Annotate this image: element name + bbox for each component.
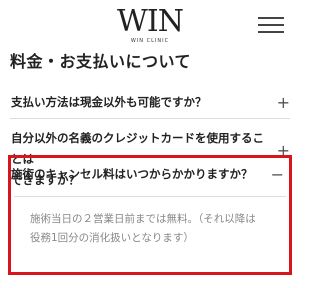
faq-question: 支払い方法は現金以外も可能ですか？	[11, 95, 207, 109]
expand-plus-icon[interactable]: +	[277, 95, 290, 111]
page-title: 料金・お支払いについて	[10, 52, 192, 71]
faq-divider	[10, 118, 290, 119]
faq-answer-line: 役務1回分の消化扱いとなります）	[30, 232, 194, 244]
collapse-minus-icon[interactable]: −	[271, 167, 284, 183]
logo-wordmark: WIN	[117, 4, 184, 39]
faq-answer-line: 施術当日の２営業日前までは無料。（それ以降は	[30, 213, 256, 225]
faq-answer: 施術当日の２営業日前までは無料。（それ以降は 役務1回分の消化扱いとなります）	[30, 210, 285, 248]
faq-question: 施術のキャンセル料はいつからかかりますか？	[11, 167, 253, 181]
faq-item-cancellation-fee[interactable]: 施術のキャンセル料はいつからかかりますか？ −	[0, 162, 300, 192]
faq-item-payment-methods[interactable]: 支払い方法は現金以外も可能ですか？ +	[0, 88, 300, 118]
hamburger-menu-icon[interactable]	[258, 17, 284, 35]
win-clinic-logo[interactable]: WIN WIN CLINIC	[114, 4, 186, 45]
site-header: WIN WIN CLINIC	[0, 0, 300, 46]
faq-divider	[14, 196, 286, 197]
